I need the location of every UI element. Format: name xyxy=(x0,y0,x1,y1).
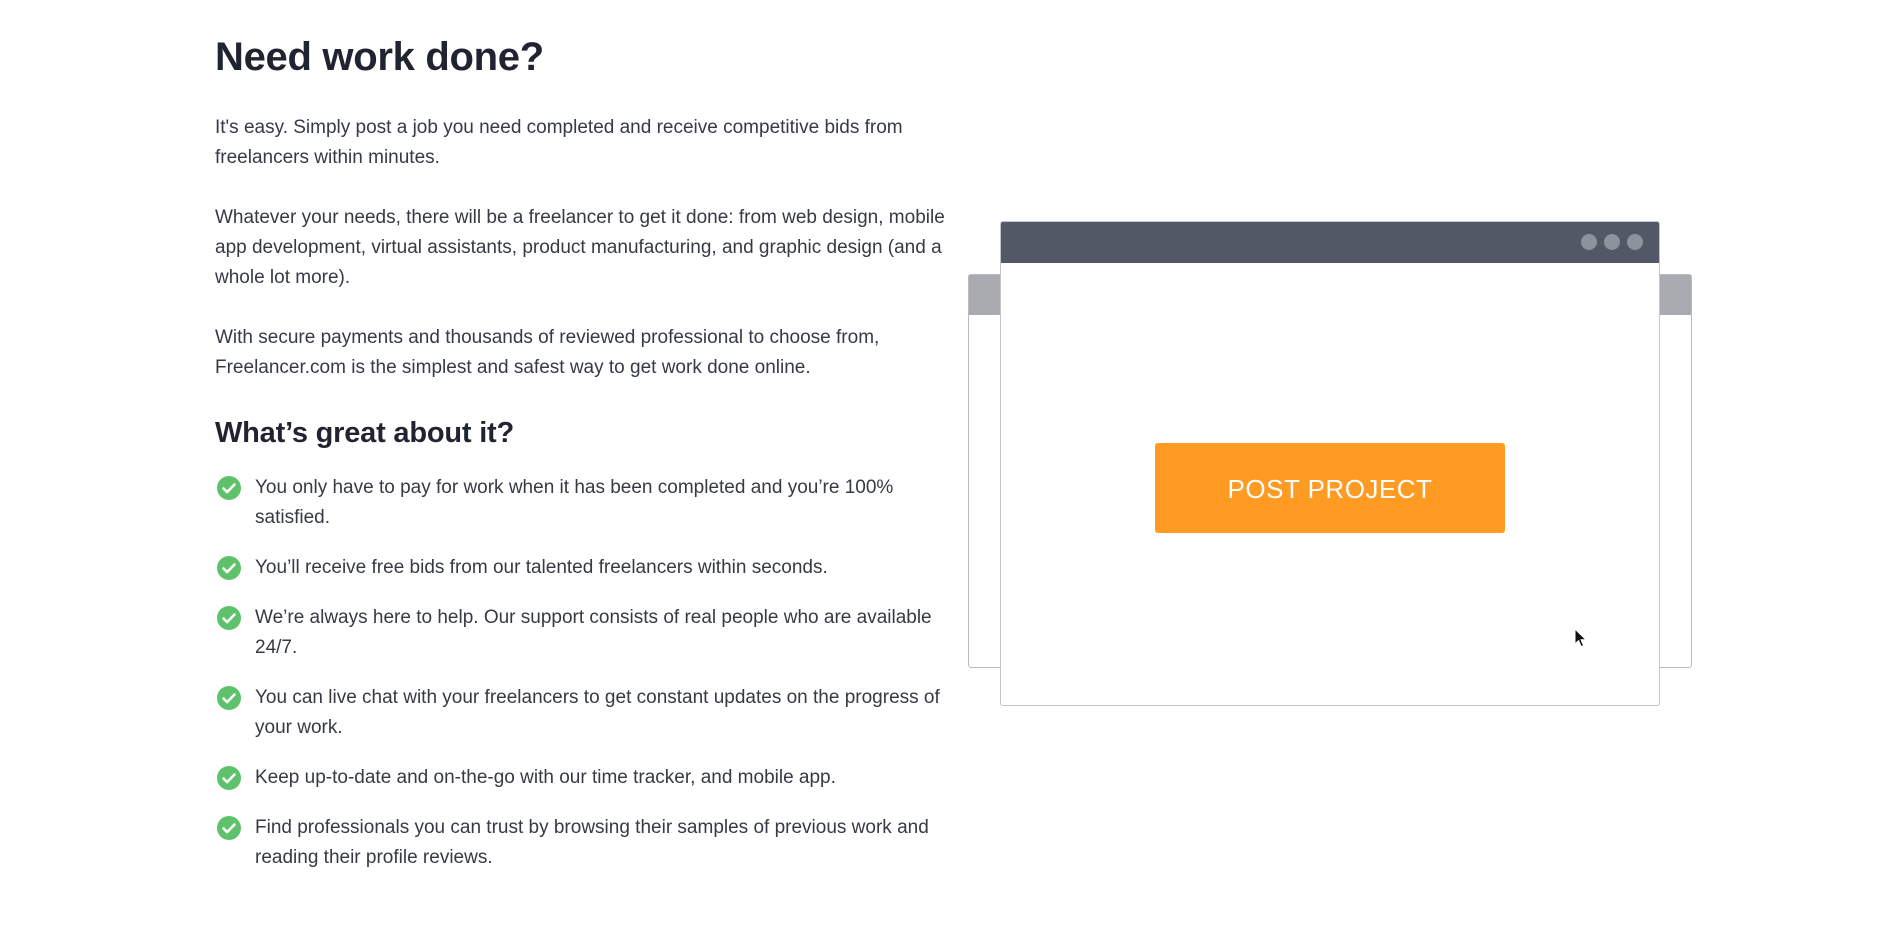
benefit-text: You can live chat with your freelancers … xyxy=(255,687,940,738)
check-circle-icon xyxy=(217,686,241,710)
benefit-text: Keep up-to-date and on-the-go with our t… xyxy=(255,767,836,788)
check-circle-icon xyxy=(217,556,241,580)
check-circle-icon xyxy=(217,766,241,790)
check-circle-icon xyxy=(217,606,241,630)
window-dot-icon xyxy=(1581,234,1597,250)
page: Need work done? It's easy. Simply post a… xyxy=(0,0,1899,926)
check-circle-icon xyxy=(217,816,241,840)
window-titlebar xyxy=(1001,222,1659,263)
benefits-heading: What’s great about it? xyxy=(215,417,515,449)
benefit-text: Find professionals you can trust by brow… xyxy=(255,817,929,868)
window-controls xyxy=(1581,234,1643,250)
needs-paragraph: Whatever your needs, there will be a fre… xyxy=(215,207,945,288)
benefits-list: You only have to pay for work when it ha… xyxy=(215,473,945,873)
list-item: Keep up-to-date and on-the-go with our t… xyxy=(215,763,945,793)
browser-illustration: POST PROJECT xyxy=(968,0,1708,926)
list-item: We’re always here to help. Our support c… xyxy=(215,603,945,663)
benefit-text: You only have to pay for work when it ha… xyxy=(255,477,894,528)
post-project-button[interactable]: POST PROJECT xyxy=(1155,443,1505,533)
window-dot-icon xyxy=(1627,234,1643,250)
check-circle-icon xyxy=(217,476,241,500)
benefit-text: We’re always here to help. Our support c… xyxy=(255,607,932,658)
payments-paragraph: With secure payments and thousands of re… xyxy=(215,327,880,378)
list-item: You only have to pay for work when it ha… xyxy=(215,473,945,533)
list-item: Find professionals you can trust by brow… xyxy=(215,813,945,873)
front-browser-window: POST PROJECT xyxy=(1000,221,1660,706)
content-column: Need work done? It's easy. Simply post a… xyxy=(215,0,945,893)
list-item: You’ll receive free bids from our talent… xyxy=(215,553,945,583)
page-title: Need work done? xyxy=(215,35,544,79)
benefit-text: You’ll receive free bids from our talent… xyxy=(255,557,828,578)
mouse-pointer-icon xyxy=(1574,628,1588,648)
intro-paragraph: It's easy. Simply post a job you need co… xyxy=(215,117,903,168)
list-item: You can live chat with your freelancers … xyxy=(215,683,945,743)
window-dot-icon xyxy=(1604,234,1620,250)
